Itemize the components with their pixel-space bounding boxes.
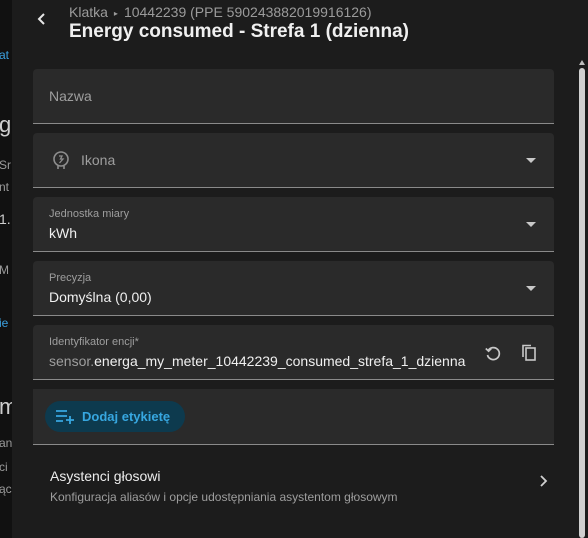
- voice-assistants-description: Konfiguracja aliasów i opcje udostępnian…: [50, 490, 398, 504]
- entity-id-text: energa_my_meter_10442239_consumed_strefa…: [94, 353, 466, 369]
- background-page: at g Sr nt 1. M ie m an ci ąc: [0, 0, 12, 538]
- background-text: an: [0, 436, 12, 450]
- dropdown-caret-icon: [526, 222, 536, 227]
- labels-section: Dodaj etykietę: [33, 389, 554, 445]
- background-text: g: [0, 112, 12, 137]
- entity-id-label: Identyfikator encji*: [49, 336, 139, 348]
- background-text: 1.: [0, 211, 11, 227]
- unit-field-label: Jednostka miary: [49, 208, 130, 220]
- entity-id-value[interactable]: sensor.energa_my_meter_10442239_consumed…: [49, 353, 465, 369]
- entity-id-field[interactable]: Identyfikator encji* sensor.energa_my_me…: [33, 325, 554, 380]
- precision-field-label: Precyzja: [49, 272, 92, 284]
- name-field-label: Nazwa: [49, 88, 92, 104]
- meter-electric-icon: [53, 151, 69, 169]
- dropdown-caret-icon: [526, 286, 536, 291]
- restore-icon: [485, 346, 501, 361]
- background-text: nt: [0, 180, 10, 194]
- back-button[interactable]: [30, 7, 54, 31]
- breadcrumb-meter[interactable]: 10442239 (PPE 590243882019916126): [124, 4, 372, 20]
- entity-settings-dialog: Klatka ▸ 10442239 (PPE 590243882019916126)…: [12, 0, 588, 538]
- copy-button[interactable]: [517, 341, 541, 365]
- chevron-left-icon: [37, 13, 45, 25]
- restore-button[interactable]: [481, 341, 505, 365]
- dialog-header: Klatka ▸ 10442239 (PPE 590243882019916126)…: [12, 0, 588, 58]
- unit-select[interactable]: Jednostka miary kWh: [33, 197, 554, 252]
- background-text: ci: [0, 460, 8, 474]
- background-text: M: [0, 263, 9, 277]
- breadcrumb-device[interactable]: Klatka: [69, 4, 108, 20]
- breadcrumb: Klatka ▸ 10442239 (PPE 590243882019916126): [69, 4, 372, 20]
- add-label-button[interactable]: Dodaj etykietę: [45, 401, 185, 432]
- unit-value: kWh: [49, 225, 77, 241]
- name-field[interactable]: Nazwa: [33, 69, 554, 124]
- entity-id-prefix: sensor.: [49, 353, 95, 369]
- precision-value: Domyślna (0,00): [49, 289, 152, 305]
- background-text: at: [0, 48, 10, 62]
- background-text: m: [0, 394, 12, 419]
- icon-picker[interactable]: Ikona: [33, 133, 554, 188]
- scrollbar[interactable]: [578, 60, 586, 538]
- voice-assistants-title: Asystenci głosowi: [50, 468, 161, 484]
- breadcrumb-separator: ▸: [113, 9, 118, 18]
- add-label-text: Dodaj etykietę: [82, 409, 171, 424]
- icon-field-label: Ikona: [81, 152, 116, 168]
- scroll-up-arrow-icon[interactable]: [579, 60, 585, 65]
- scrollbar-thumb[interactable]: [579, 68, 585, 538]
- background-text: ąc: [0, 482, 12, 496]
- chevron-right-icon: [540, 475, 548, 487]
- voice-assistants-row[interactable]: Asystenci głosowi Konfiguracja aliasów i…: [33, 446, 554, 512]
- dropdown-caret-icon: [526, 158, 536, 163]
- background-text: Sr: [0, 158, 11, 172]
- copy-icon: [522, 344, 536, 361]
- page-title: Energy consumed - Strefa 1 (dzienna): [69, 21, 409, 42]
- background-text: ie: [0, 316, 9, 330]
- precision-select[interactable]: Precyzja Domyślna (0,00): [33, 261, 554, 316]
- playlist-plus-icon: [56, 410, 74, 424]
